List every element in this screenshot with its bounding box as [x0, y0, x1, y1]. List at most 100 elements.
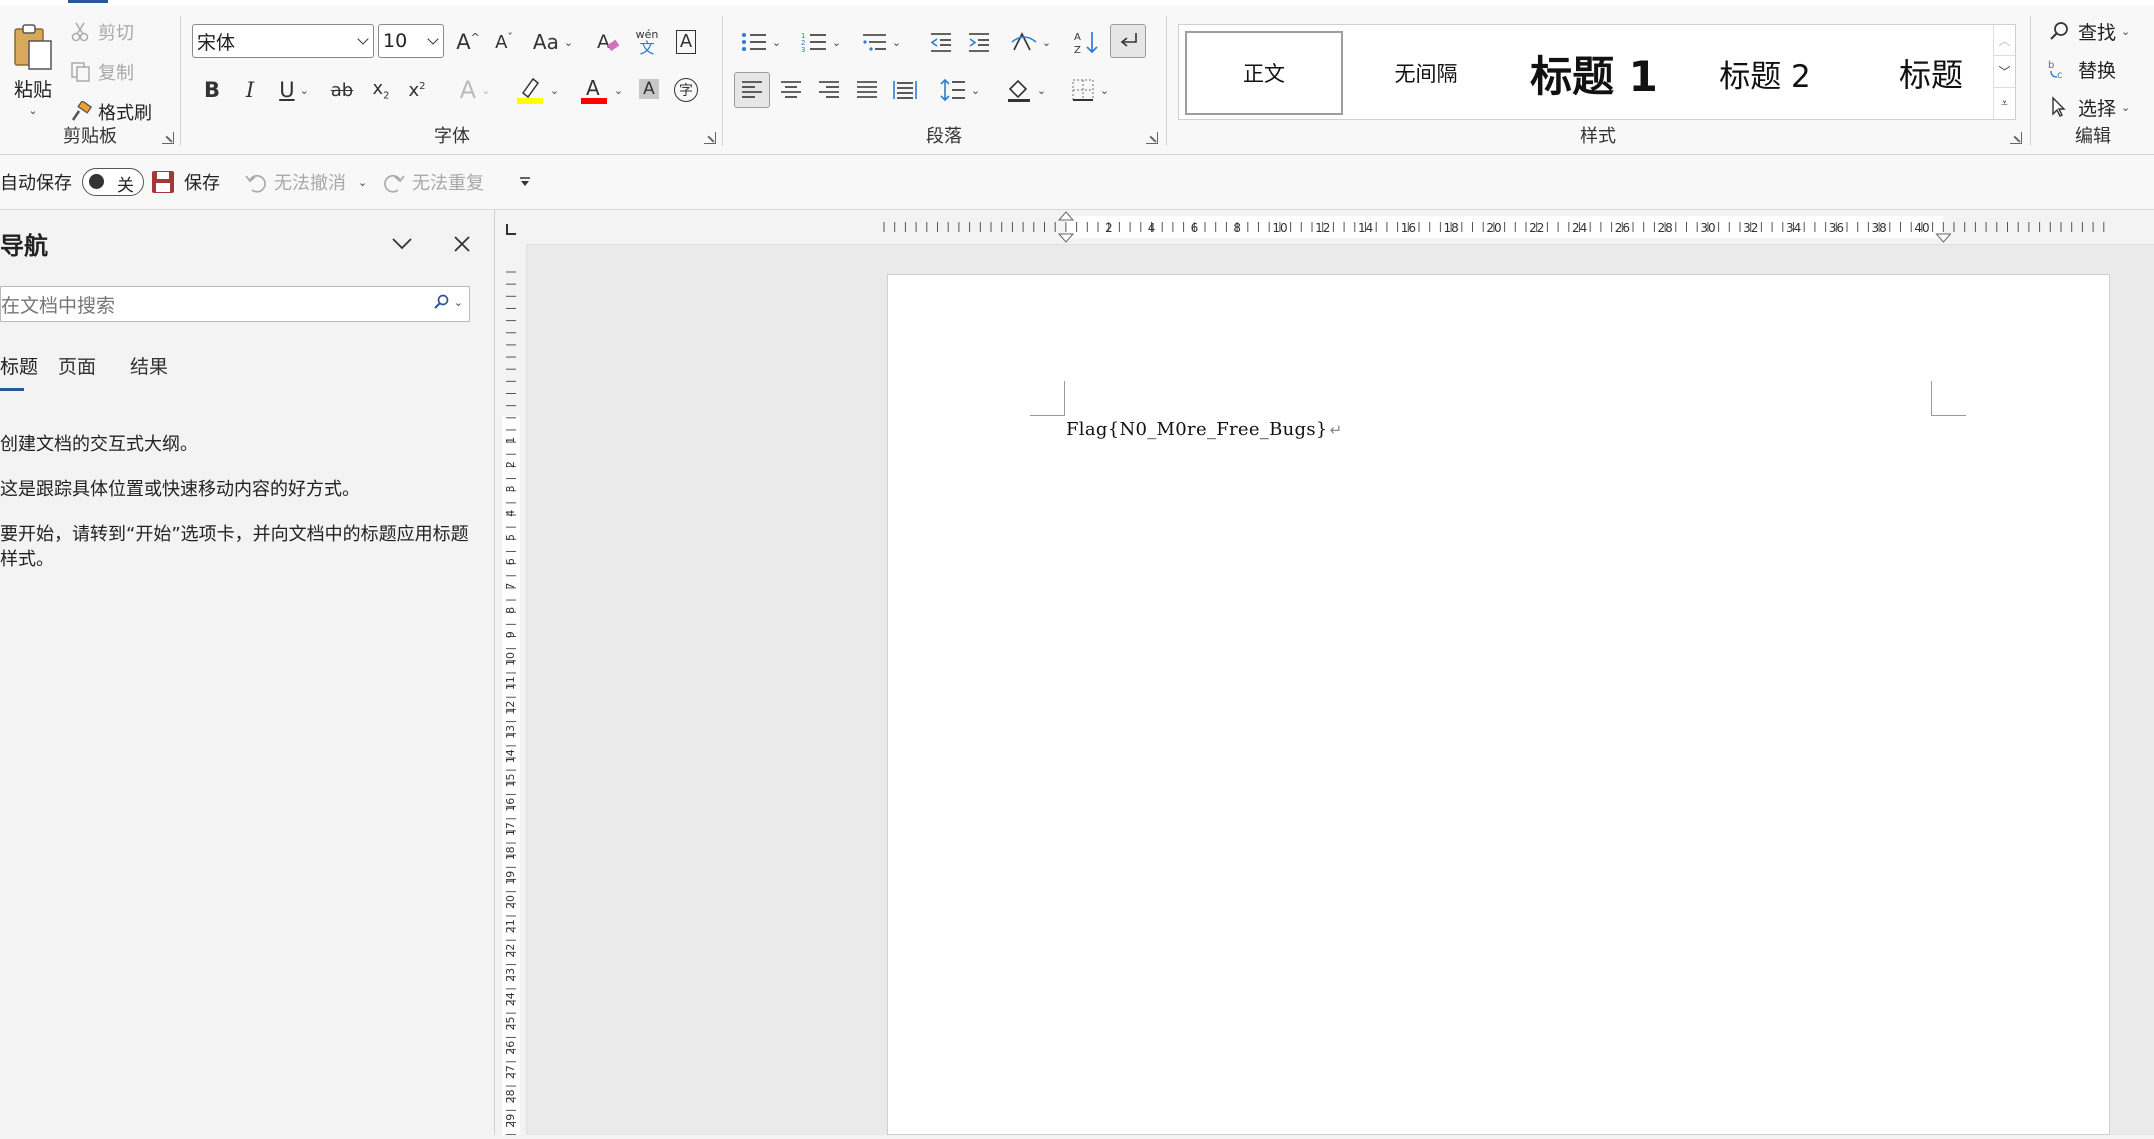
styles-dialog-launcher[interactable]	[2010, 132, 2022, 144]
numbered-list-icon: 123	[801, 32, 826, 53]
distributed-button[interactable]	[888, 72, 922, 108]
highlighter-icon	[516, 77, 543, 104]
chevron-down-icon: ⌄	[1036, 83, 1047, 97]
subscript-button[interactable]: x2	[364, 74, 398, 106]
bold-button[interactable]: B	[196, 74, 228, 106]
chevron-down-icon: ⌄	[831, 35, 842, 49]
group-divider	[2030, 16, 2031, 146]
font-dialog-launcher[interactable]	[704, 132, 716, 144]
gallery-scroll-down-button[interactable]: ﹀	[1993, 55, 2015, 87]
cut-button[interactable]: 剪切	[70, 16, 134, 48]
multilevel-list-button[interactable]: ⌄	[854, 26, 908, 58]
bullets-button[interactable]: ⌄	[734, 26, 788, 58]
style-title[interactable]: 标题	[1851, 31, 2011, 115]
save-button[interactable]: 保存	[150, 155, 220, 209]
horizontal-ruler[interactable]: 2 4 6 8 10 12 14 16 18 20 22 24 26 28 30 32 34 36 38 40	[526, 210, 2154, 245]
nav-search-button[interactable]: ⌄	[433, 293, 463, 311]
ruler-label: 20	[504, 895, 517, 909]
paragraph-dialog-launcher[interactable]	[1146, 132, 1158, 144]
tab-pages[interactable]: 页面	[58, 352, 96, 379]
shading-button[interactable]: ⌄	[1000, 72, 1052, 108]
enclose-characters-button[interactable]: 字	[670, 74, 702, 106]
font-size-combo[interactable]: 10	[378, 24, 444, 58]
font-name-combo[interactable]: 宋体	[192, 24, 374, 58]
phonetic-guide-button[interactable]: wén 文	[630, 24, 664, 60]
grow-font-button[interactable]: A^	[452, 26, 484, 58]
character-shading-button[interactable]: A	[634, 74, 664, 104]
superscript-button[interactable]: x2	[400, 74, 434, 106]
align-center-button[interactable]	[774, 72, 808, 108]
justify-icon	[857, 81, 877, 98]
ruler-label: 12	[1315, 221, 1330, 235]
decrease-indent-button[interactable]	[924, 26, 958, 58]
highlight-button[interactable]: ⌄	[510, 72, 564, 108]
align-left-button[interactable]	[734, 72, 770, 108]
tab-results[interactable]: 结果	[130, 352, 168, 379]
tab-headings[interactable]: 标题	[0, 352, 38, 379]
character-border-button[interactable]: A	[670, 26, 702, 58]
nav-pane-close-button[interactable]	[444, 226, 480, 262]
ribbon: 粘贴 ⌄ 剪切 复制 格式刷 剪贴板 宋体 10 A^ Aˇ Aa ⌄ A wé…	[0, 6, 2154, 155]
scissors-icon	[71, 22, 89, 42]
paste-button[interactable]: 粘贴 ⌄	[4, 16, 62, 124]
strikethrough-button[interactable]: ab	[324, 74, 360, 106]
style-normal[interactable]: 正文	[1185, 31, 1343, 115]
phonetic-guide-char: 文	[639, 38, 655, 57]
show-paragraph-marks-button[interactable]	[1110, 24, 1146, 58]
italic-button[interactable]: I	[234, 74, 266, 106]
search-icon	[434, 294, 449, 309]
shrink-font-button[interactable]: Aˇ	[488, 26, 520, 58]
chevron-down-icon: ⌄	[563, 35, 574, 49]
format-painter-icon	[71, 101, 92, 121]
change-case-label: Aa	[532, 30, 559, 54]
style-heading-2[interactable]: 标题 2	[1685, 31, 1845, 115]
tab-selector[interactable]	[496, 210, 526, 242]
document-page[interactable]: Flag{N0_M0re_Free_Bugs} ↵	[887, 274, 2110, 1135]
group-divider	[1166, 16, 1167, 146]
underline-button[interactable]: U ⌄	[272, 74, 316, 106]
numbering-button[interactable]: 123 ⌄	[794, 26, 848, 58]
chevron-down-icon: ⌄	[891, 35, 902, 49]
bullet-list-icon	[741, 33, 766, 51]
text-effects-button[interactable]: A ⌄	[450, 74, 500, 106]
font-color-button[interactable]: A ⌄	[574, 72, 628, 108]
ruler-label: 16	[504, 798, 517, 812]
clipboard-dialog-launcher[interactable]	[162, 132, 174, 144]
autosave-toggle[interactable]: 关	[82, 168, 144, 196]
chevron-up-icon: ︿	[1998, 33, 2011, 48]
clear-formatting-button[interactable]: A	[592, 26, 624, 58]
gallery-scroll-up-button[interactable]: ︿	[1993, 25, 2015, 55]
copy-label: 复制	[98, 63, 134, 84]
ruler-label: 20	[1486, 221, 1501, 235]
chevron-down-icon: ⌄	[970, 83, 981, 97]
increase-indent-button[interactable]	[962, 26, 996, 58]
nav-pane-options-button[interactable]	[384, 226, 420, 262]
align-right-icon	[819, 81, 839, 98]
shrink-font-icon: Aˇ	[495, 31, 513, 53]
ruler-label: 40	[1914, 221, 1929, 235]
justify-button[interactable]	[850, 72, 884, 108]
grow-font-icon: A^	[456, 30, 480, 54]
redo-label: 无法重复	[412, 173, 484, 194]
document-body-text[interactable]: Flag{N0_M0re_Free_Bugs} ↵	[1066, 419, 1343, 440]
change-case-button[interactable]: Aa ⌄	[528, 26, 578, 58]
line-spacing-button[interactable]: ⌄	[934, 72, 986, 108]
align-right-button[interactable]	[812, 72, 846, 108]
style-heading-1[interactable]: 标题 1	[1509, 31, 1679, 115]
clear-formatting-icon: A	[597, 31, 620, 53]
vertical-ruler[interactable]: 1 2 3 4 5 6 7 8 9 10 11 12 13 14 15 16 17 18 19 20 21 22 23 24 2…	[496, 244, 527, 1136]
text-direction-button[interactable]: ⌄	[1004, 26, 1058, 58]
customize-qat-button[interactable]	[518, 155, 532, 209]
ruler-label: 6	[1191, 221, 1199, 235]
undo-button[interactable]: 无法撤消 ⌄	[244, 155, 367, 209]
save-label: 保存	[184, 173, 220, 194]
paragraph-group: ⌄ 123 ⌄ ⌄ ⌄ A Z ⌄ ⌄ ⌄ 段落	[724, 6, 1164, 154]
nav-search-input[interactable]: 在文档中搜索 ⌄	[0, 286, 470, 322]
sort-button[interactable]: AZ	[1070, 26, 1104, 58]
borders-button[interactable]: ⌄	[1064, 72, 1116, 108]
style-no-spacing[interactable]: 无间隔	[1351, 31, 1501, 115]
redo-button[interactable]: 无法重复	[382, 155, 484, 209]
gallery-more-button[interactable]: ⩡	[1993, 87, 2015, 119]
copy-button[interactable]: 复制	[70, 56, 134, 88]
italic-icon: I	[245, 78, 255, 102]
